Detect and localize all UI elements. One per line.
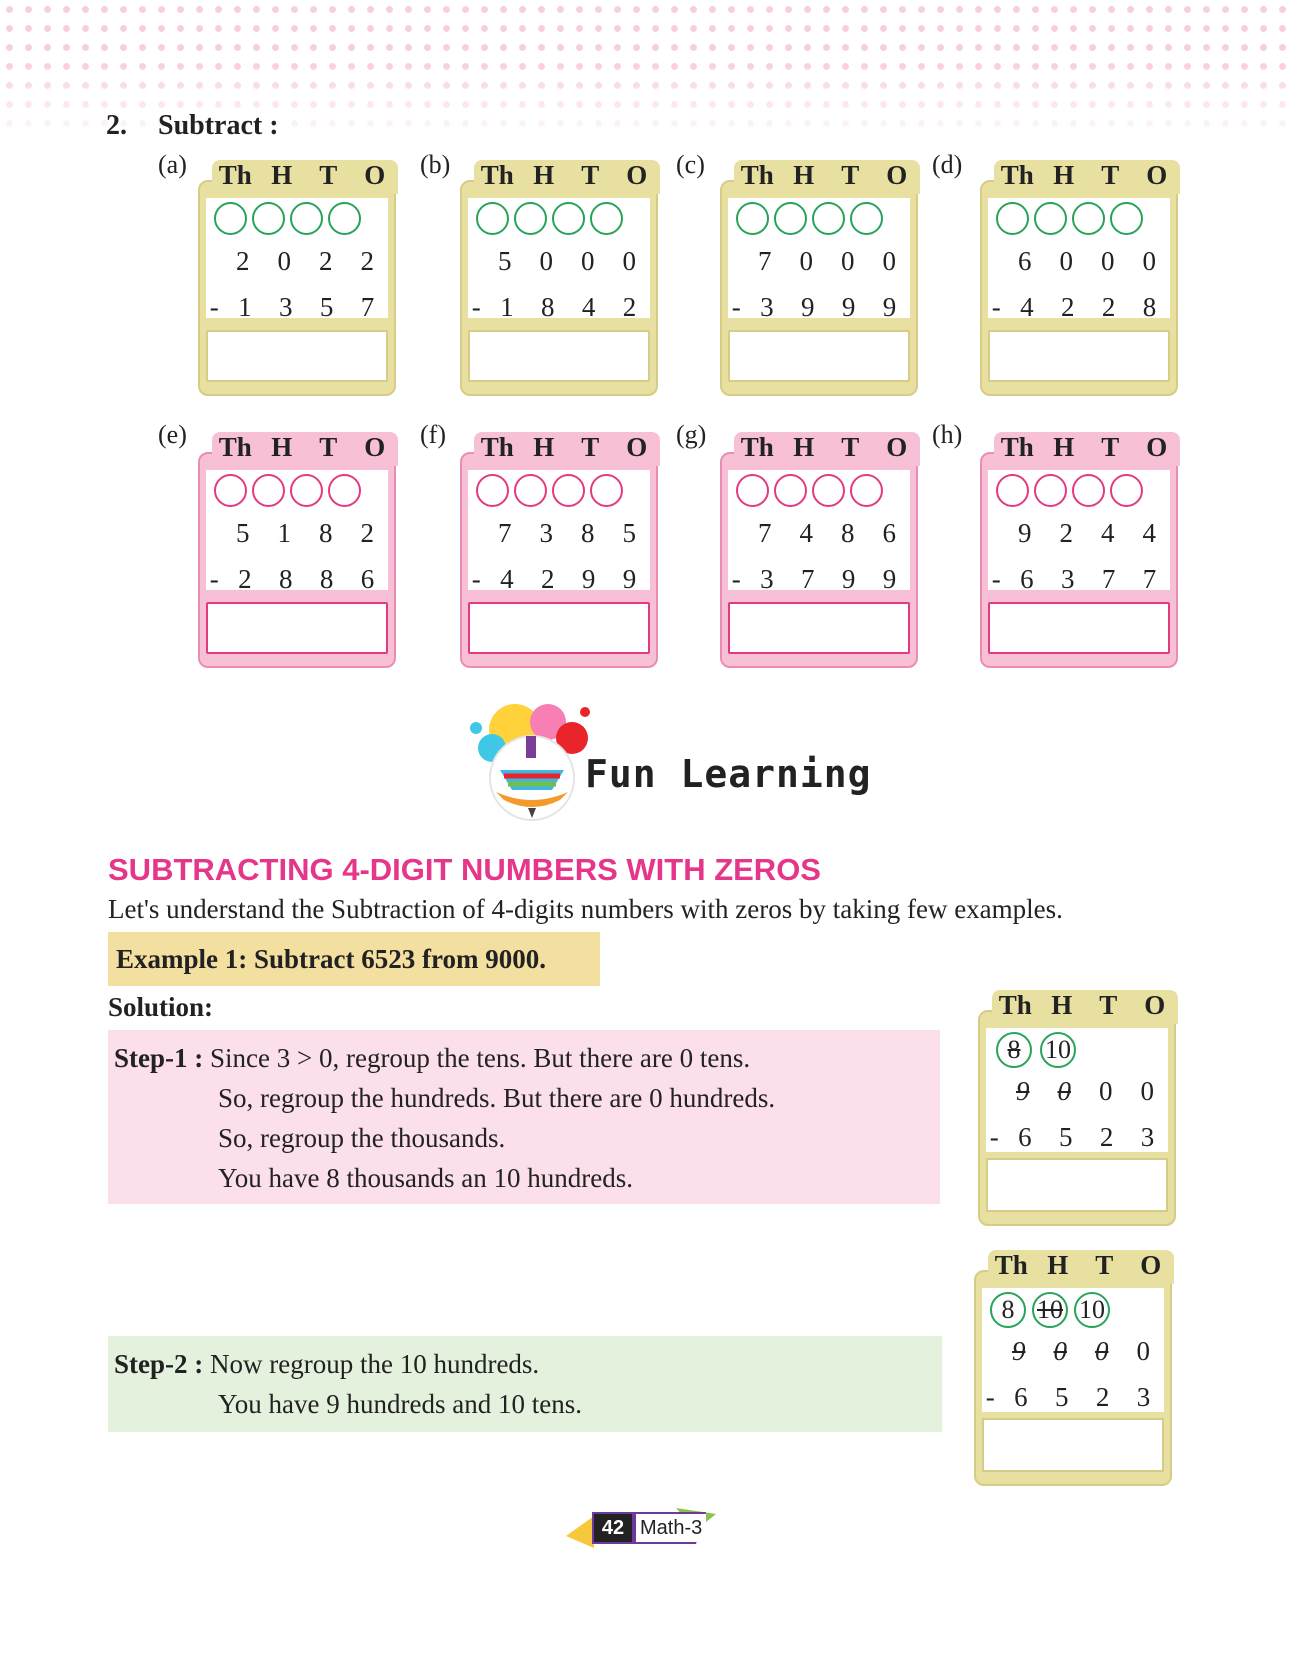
step-text: You have 8 thousands an 10 hundreds. [218, 1163, 633, 1193]
carry-circles [736, 202, 883, 235]
problem-box-g: Th H T O 7486 -3799 [720, 432, 922, 668]
answer-field[interactable] [206, 330, 388, 382]
problem-label: (a) [158, 150, 187, 179]
book-title: Math-3 [636, 1514, 707, 1542]
place-value-header: Th H T O [212, 160, 398, 194]
place-value-header: Th H T O [988, 1250, 1174, 1284]
example-box-1: Th H T O 8 10 9000 -6523 [978, 990, 1180, 1226]
problem-label: (g) [676, 420, 707, 449]
minuend: 7000 [758, 246, 896, 276]
place-value-header: Th H T O [992, 990, 1178, 1024]
section-title: SUBTRACTING 4-DIGIT NUMBERS WITH ZEROS [108, 852, 821, 887]
answer-field[interactable] [468, 330, 650, 382]
minuend: 5000 [498, 246, 636, 276]
answer-field[interactable] [988, 330, 1170, 382]
place-value-header: Th H T O [474, 160, 660, 194]
page-footer: 42 Math-3 [566, 1508, 726, 1548]
answer-field[interactable] [988, 602, 1170, 654]
carry-circles [736, 474, 883, 507]
question-heading: 2. Subtract : [106, 110, 279, 142]
page-number: 42 [594, 1514, 632, 1542]
question-number: 2. [106, 110, 127, 141]
subtrahend: -2886 [209, 564, 375, 594]
minuend: 5182 [236, 518, 374, 548]
problem-label: (f) [420, 420, 446, 449]
problem-label: (e) [158, 420, 187, 449]
place-value-header: Th H T O [734, 160, 920, 194]
step-text: You have 9 hundreds and 10 tens. [218, 1389, 582, 1419]
step-text: Now regroup the 10 hundreds. [210, 1349, 540, 1379]
place-value-header: Th H T O [994, 160, 1180, 194]
problem-label: (d) [932, 150, 963, 179]
problem-label: (b) [420, 150, 451, 179]
carry-circles [214, 474, 361, 507]
carry-circle: 10 [1074, 1292, 1110, 1328]
minuend: 2022 [236, 246, 374, 276]
solution-label: Solution: [108, 992, 214, 1022]
problem-box-b: Th H T O 5000 -1842 [460, 160, 662, 396]
answer-field[interactable] [982, 1418, 1164, 1472]
subtrahend: -3799 [731, 564, 897, 594]
carry-circle: 8 [990, 1292, 1026, 1328]
example-banner: Example 1: Subtract 6523 from 9000. [108, 932, 600, 986]
carry-circles [996, 202, 1143, 235]
subtrahend: -6523 [985, 1382, 1151, 1412]
problem-box-h: Th H T O 9244 -6377 [980, 432, 1182, 668]
step-label: Step-1 : [114, 1043, 204, 1073]
minuend: 9000 [1012, 1336, 1150, 1366]
carry-circles [996, 474, 1143, 507]
subtrahend: -6523 [989, 1122, 1155, 1152]
subtrahend: -1842 [471, 292, 637, 322]
answer-field[interactable] [986, 1158, 1168, 1212]
problem-box-a: Th H T O 2022 -1357 [198, 160, 400, 396]
carry-circles [476, 202, 623, 235]
subtrahend: -4299 [471, 564, 637, 594]
carry-circles [214, 202, 361, 235]
step-1-box: Step-1 : Since 3 > 0, regroup the tens. … [108, 1030, 940, 1204]
subtrahend: -1357 [209, 292, 375, 322]
intro-text: Let's understand the Subtraction of 4-di… [108, 894, 1063, 924]
subtrahend: -3999 [731, 292, 897, 322]
step-2-box: Step-2 : Now regroup the 10 hundreds. Yo… [108, 1336, 942, 1432]
place-value-header: Th H T O [474, 432, 660, 466]
place-value-header: Th H T O [212, 432, 398, 466]
minuend: 6000 [1018, 246, 1156, 276]
minuend: 7385 [498, 518, 636, 548]
answer-field[interactable] [728, 602, 910, 654]
carry-circle: 10 [1040, 1032, 1076, 1068]
question-title: Subtract : [158, 110, 279, 141]
subtrahend: -4228 [991, 292, 1157, 322]
step-label: Step-2 : [114, 1349, 204, 1379]
problem-box-c: Th H T O 7000 -3999 [720, 160, 922, 396]
answer-field[interactable] [728, 330, 910, 382]
carry-circle: 8 [996, 1032, 1032, 1068]
place-value-header: Th H T O [994, 432, 1180, 466]
fun-learning-title: Fun Learning [585, 752, 872, 796]
step-text: So, regroup the thousands. [218, 1123, 506, 1153]
example-box-2: Th H T O 8 10 10 9000 -6523 [974, 1250, 1176, 1486]
answer-field[interactable] [206, 602, 388, 654]
minuend: 7486 [758, 518, 896, 548]
place-value-header: Th H T O [734, 432, 920, 466]
step-text: So, regroup the hundreds. But there are … [218, 1083, 776, 1113]
minuend: 9244 [1018, 518, 1156, 548]
problem-box-f: Th H T O 7385 -4299 [460, 432, 662, 668]
answer-field[interactable] [468, 602, 650, 654]
carry-circles [476, 474, 623, 507]
subtrahend: -6377 [991, 564, 1157, 594]
step-text: Since 3 > 0, regroup the tens. But there… [210, 1043, 751, 1073]
minuend: 9000 [1016, 1076, 1154, 1106]
carry-circle: 10 [1032, 1292, 1068, 1328]
problem-label: (h) [932, 420, 963, 449]
problem-box-e: Th H T O 5182 -2886 [198, 432, 400, 668]
problem-box-d: Th H T O 6000 -4228 [980, 160, 1182, 396]
problem-label: (c) [676, 150, 705, 179]
